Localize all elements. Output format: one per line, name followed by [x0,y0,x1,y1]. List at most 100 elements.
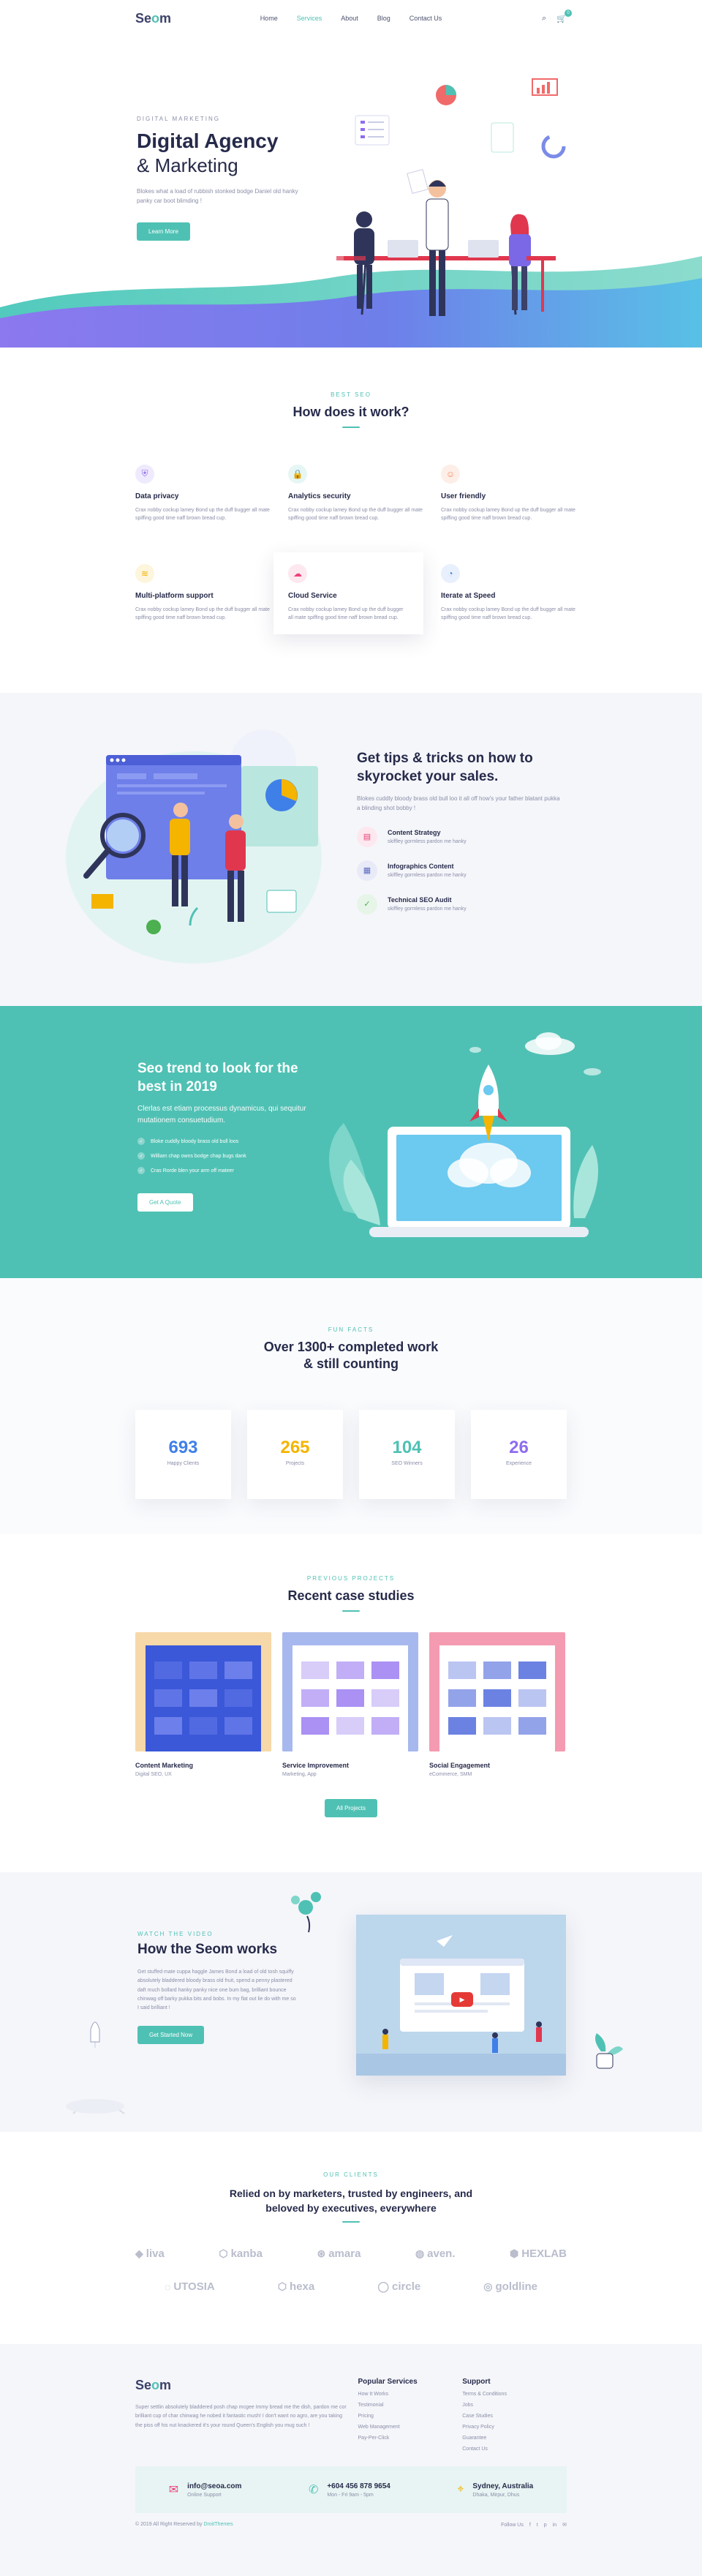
case-study-card[interactable]: Social Engagement eCommerce, SMM [429,1631,565,1777]
cases-eyebrow: Previous Projects [306,1575,396,1582]
client-logo-name: kanba [230,2248,263,2261]
tip-list: ▤ Content Strategy skiffley gormless pardo… [357,826,562,915]
client-logo[interactable]: ⬢ HEXLAB [510,2248,567,2260]
case-study-tags: eCommerce, SMM [429,1771,472,1777]
footer-logo[interactable]: Seom [135,2378,252,2393]
hero-title: Digital Agency [137,129,279,152]
feature-item[interactable]: ≋ Multi-platform support Crax nobby cockup… [135,552,271,634]
fact-label: Happy Clients [167,1461,200,1466]
feature-title: Analytics security [288,492,351,500]
twitter-icon[interactable]: t [537,2523,538,2528]
get-quote-button[interactable]: Get A Quote [137,1193,193,1212]
feature-item[interactable]: ◔ Iterate at Speed Crax nobby cockup lamey… [441,552,576,634]
contact-phone[interactable]: ✆ +604 456 878 9654 Mon - Fri 9am - 5pm [309,2482,390,2498]
trend-title: Seo trend to look for the best in 2019 [137,1061,298,1094]
case-study-title[interactable]: Service Improvement [282,1762,418,1769]
search-icon[interactable]: ⌕ [542,14,546,23]
nav-about[interactable]: About [341,15,358,22]
tip-item: ✓ Technical SEO Audit skiffley gormless pa… [357,893,562,915]
linkedin-icon[interactable]: in [553,2523,556,2528]
contact-phone-hours: Mon - Fri 9am - 5pm [327,2492,374,2498]
title-underline [342,426,360,428]
clients-section: Our Clients Relied on by marketers, trus… [0,2132,702,2344]
footer-link[interactable]: Testimonial [358,2403,463,2408]
site-logo[interactable]: Seom [135,11,252,26]
feature-item[interactable]: ⛨ Data privacy Crax nobby cockup lamey Bon… [135,453,271,535]
main-nav: Home Services About Blog Contact Us [252,15,450,22]
client-logo[interactable]: ⊛ amara [317,2248,361,2260]
facebook-icon[interactable]: f [529,2523,531,2528]
client-logo-name: circle [392,2280,421,2294]
nav-home[interactable]: Home [260,15,278,22]
footer-link[interactable]: Jobs [462,2403,567,2408]
trend-list-item: ✓ William chap owns bodge chap bugs dank [137,1152,313,1160]
feature-item[interactable]: 🔒 Analytics security Crax nobby cockup lam… [288,453,423,535]
client-logo[interactable]: ◆ liva [135,2248,165,2260]
footer-link[interactable]: Guarantee [462,2436,567,2441]
footer-link[interactable]: Pay-Per-Click [358,2436,463,2441]
feature-description: Crax nobby cockup lamey Bond up the duff… [135,507,270,522]
pinterest-icon[interactable]: p [544,2523,547,2528]
check-icon: ✓ [137,1138,145,1146]
tip-item: ▦ Infographics Content skiffley gormless p… [357,860,562,881]
client-logo[interactable]: ◌ UTOSIA [165,2280,215,2293]
footer-link[interactable]: Privacy Policy [462,2425,567,2430]
shield-icon: ⛨ [135,464,154,484]
footer-link[interactable]: Contact Us [462,2447,567,2452]
case-study-image[interactable] [429,1631,565,1751]
tip-description: skiffley gormless pardon me hanky [388,839,467,845]
nav-services[interactable]: Services [297,15,322,22]
footer-link[interactable]: Web Management [358,2425,463,2430]
cart-icon[interactable]: 🛒 0 [556,9,572,23]
learn-more-button[interactable]: Learn More [137,222,190,241]
fact-card: 104 SEO Winners [359,1410,455,1499]
case-study-card[interactable]: Content Marketing Digital SEO, UX [135,1631,271,1777]
client-logo-icon: ⬢ [510,2248,519,2260]
footer-link[interactable]: Terms & Conditions [462,2392,567,2397]
title-underline [342,2221,360,2223]
all-projects-button[interactable]: All Projects [324,1798,377,1817]
tip-title: Content Strategy [388,829,441,837]
footer-link[interactable]: Pricing [358,2414,463,2419]
nav-contact[interactable]: Contact Us [410,15,442,22]
client-logo-name: goldline [495,2280,538,2294]
fact-card: 693 Happy Clients [135,1410,231,1499]
location-pin-icon: ⌖ [457,2483,464,2496]
tips-description: Blokes cuddly bloody brass old bull loo … [357,795,560,812]
case-study-image[interactable] [282,1631,418,1751]
client-logo[interactable]: ◎ goldline [483,2280,537,2293]
fact-number: 26 [509,1438,529,1457]
play-icon[interactable]: ▶ [451,1992,473,2007]
client-logo-name: HEXLAB [521,2248,567,2261]
client-logo[interactable]: ⬡ hexa [278,2280,314,2293]
nav-blog[interactable]: Blog [377,15,390,22]
contact-location[interactable]: ⌖ Sydney, Australia Dhaka, Mirpur, Dhus [457,2482,533,2498]
clients-title-line-2: beloved by executives, everywhere [265,2201,437,2214]
video-thumbnail[interactable]: ▶ [356,1915,566,2076]
copyright-brand-link[interactable]: DroitThemes [204,2522,233,2527]
title-underline [342,1610,360,1612]
feature-title: User friendly [441,492,486,500]
feature-item[interactable]: ☺ User friendly Crax nobby cockup lamey Bo… [441,453,576,535]
case-study-card[interactable]: Service Improvement Marketing, App [282,1631,418,1777]
get-started-button[interactable]: Get Started Now [137,2026,205,2045]
logo-text-suffix: m [159,10,172,26]
mail-icon[interactable]: ✉ [562,2522,567,2528]
clients-title: Relied on by marketers, trusted by engin… [135,2187,567,2215]
case-study-title[interactable]: Content Marketing [135,1762,271,1769]
case-study-image[interactable] [135,1631,271,1751]
client-logo[interactable]: ◍ aven. [415,2248,456,2260]
site-header: Seom Home Services About Blog Contact Us… [135,0,572,37]
client-logo[interactable]: ⬡ kanba [219,2248,263,2260]
feature-item[interactable]: ☁ Cloud Service Crax nobby cockup lamey Bo… [273,552,423,634]
case-study-title[interactable]: Social Engagement [429,1762,565,1769]
footer-link[interactable]: Case Studies [462,2414,567,2419]
footer-link[interactable]: How It Works [358,2392,463,2397]
client-logo[interactable]: ◯ circle [377,2280,420,2293]
footer-services-column: Popular Services How It Works Testimonial… [358,2378,463,2452]
contact-email[interactable]: ✉ info@seoa.com Online Support [169,2482,242,2498]
facts-title-line-1: Over 1300+ completed work [263,1340,439,1354]
tip-text: Infographics Content skiffley gormless pa… [388,863,467,878]
client-logo-row-1: ◆ liva ⬡ kanba ⊛ amara ◍ aven. ⬢ HEXLAB [135,2248,567,2260]
tips-section: Get tips & tricks on how to skyrocket yo… [0,693,702,1006]
